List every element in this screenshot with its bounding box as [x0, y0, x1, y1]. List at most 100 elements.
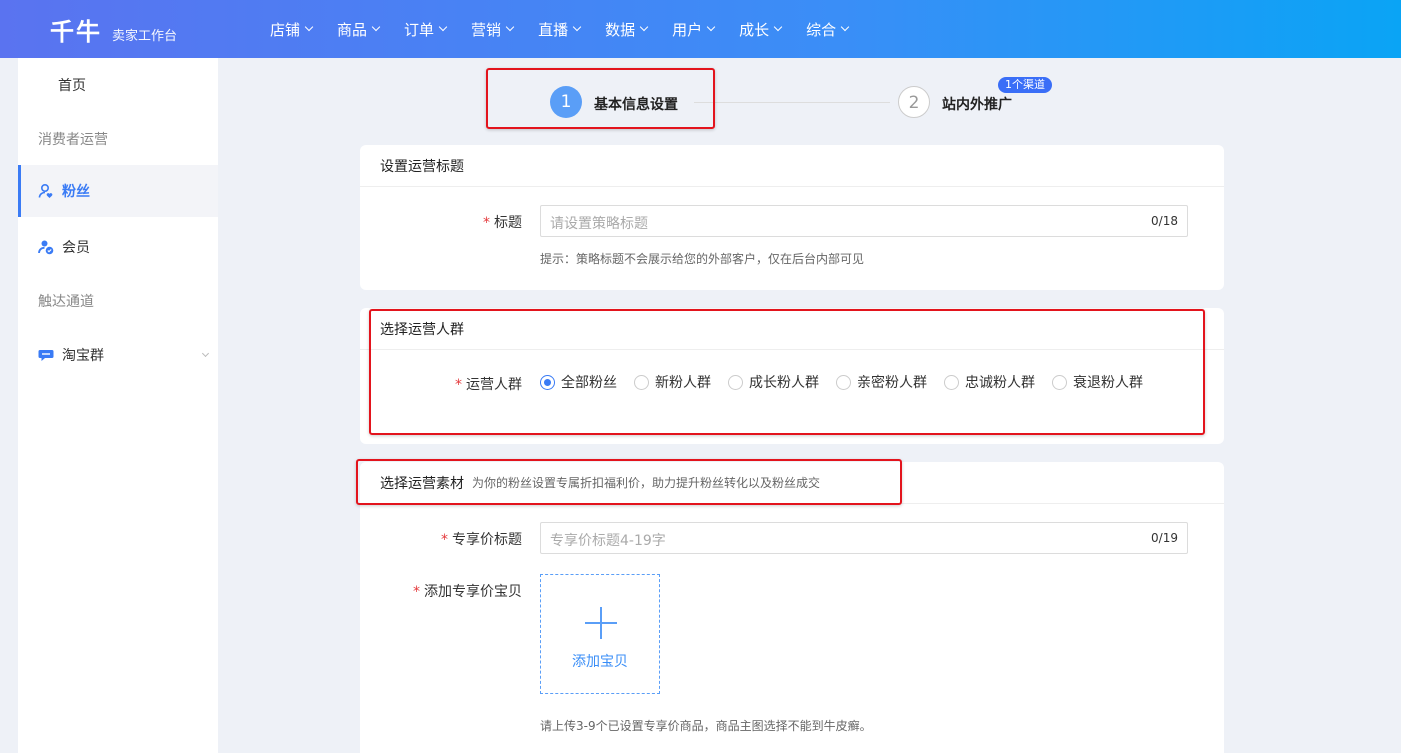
- radio-new-fans[interactable]: 新粉人群: [634, 372, 711, 392]
- chevron-down-icon: [572, 22, 582, 32]
- sidebar-item-label: 粉丝: [62, 184, 90, 200]
- chevron-down-icon: [371, 22, 381, 32]
- radio-button[interactable]: [634, 374, 649, 390]
- upload-hint: 请上传3-9个已设置专享价商品，商品主图选择不能到牛皮癣。: [540, 719, 872, 733]
- required-marker: *: [455, 377, 462, 393]
- fans-icon: [38, 183, 53, 198]
- sidebar-item-fans[interactable]: 粉丝: [18, 165, 218, 217]
- nav-item-live[interactable]: 直播: [538, 19, 582, 40]
- title-input[interactable]: 请设置策略标题 0/18: [540, 205, 1188, 237]
- input-placeholder: 请设置策略标题: [550, 216, 648, 232]
- radio-growing-fans[interactable]: 成长粉人群: [728, 372, 819, 392]
- input-placeholder: 专享价标题4-19字: [550, 533, 666, 549]
- step-connector: [694, 102, 890, 103]
- title-settings-card: 设置运营标题 * 标题 请设置策略标题 0/18 提示：策略标题不会展示给您的外部…: [360, 145, 1224, 290]
- radio-label: 忠诚粉人群: [965, 375, 1035, 391]
- nav-item-general[interactable]: 综合: [806, 19, 850, 40]
- logo-mark: 千牛: [50, 16, 102, 46]
- card-title: 设置运营标题: [380, 158, 464, 175]
- radio-button[interactable]: [944, 374, 959, 390]
- chevron-down-icon: [201, 349, 210, 358]
- member-icon: [38, 240, 54, 255]
- radio-declining-fans[interactable]: 衰退粉人群: [1052, 372, 1143, 392]
- nav-item-growth[interactable]: 成长: [739, 19, 783, 40]
- nav-item-marketing[interactable]: 营销: [471, 19, 515, 40]
- chevron-down-icon: [505, 22, 515, 32]
- nav-label: 数据: [605, 20, 636, 39]
- top-bar: 千牛 卖家工作台 店铺 商品 订单 营销 直播 数据 用户 成长 综合: [0, 0, 1401, 58]
- add-item-button[interactable]: 添加宝贝: [540, 574, 660, 694]
- sidebar-item-taobao-group[interactable]: 淘宝群: [18, 329, 218, 381]
- char-counter: 0/18: [1151, 214, 1178, 228]
- radio-button[interactable]: [836, 374, 851, 390]
- card-subtitle: 为你的粉丝设置专属折扣福利价，助力提升粉丝转化以及粉丝成交: [472, 476, 821, 490]
- price-title-field-label: * 专享价标题: [360, 529, 522, 549]
- required-marker: *: [413, 584, 420, 600]
- field-label-text: 运营人群: [466, 377, 522, 393]
- nav-label: 商品: [337, 20, 368, 39]
- field-label-text: 添加专享价宝贝: [424, 584, 522, 600]
- sidebar: 首页 消费者运营 粉丝 会员 触达通道 淘宝群: [18, 58, 218, 753]
- sidebar-group-reach-channel: 触达通道: [38, 294, 94, 310]
- radio-button-checked[interactable]: [540, 374, 555, 390]
- radio-label: 新粉人群: [655, 375, 711, 391]
- nav-label: 用户: [672, 20, 703, 39]
- sidebar-group-consumer-ops: 消费者运营: [38, 132, 108, 148]
- logo[interactable]: 千牛 卖家工作台: [50, 12, 260, 47]
- add-item-field-label: * 添加专享价宝贝: [360, 581, 522, 601]
- card-header: 选择运营人群: [360, 308, 1224, 350]
- char-counter: 0/19: [1151, 531, 1178, 545]
- card-header: 设置运营标题: [360, 145, 1224, 187]
- step-2-label[interactable]: 站内外推广: [942, 94, 1012, 114]
- field-label-text: 标题: [494, 215, 522, 231]
- price-title-input[interactable]: 专享价标题4-19字 0/19: [540, 522, 1188, 554]
- required-marker: *: [441, 532, 448, 548]
- radio-close-fans[interactable]: 亲密粉人群: [836, 372, 927, 392]
- nav-label: 综合: [806, 20, 837, 39]
- crowd-radio-group: 全部粉丝 新粉人群 成长粉人群 亲密粉人群 忠诚粉人群 衰退粉人群: [540, 372, 1160, 392]
- main-nav: 店铺 商品 订单 营销 直播 数据 用户 成长 综合: [270, 19, 873, 40]
- sidebar-item-label: 首页: [58, 78, 86, 94]
- crowd-field-label: * 运营人群: [360, 374, 522, 394]
- sidebar-item-member[interactable]: 会员: [18, 221, 218, 273]
- radio-button[interactable]: [1052, 374, 1067, 390]
- nav-item-orders[interactable]: 订单: [404, 19, 448, 40]
- radio-loyal-fans[interactable]: 忠诚粉人群: [944, 372, 1035, 392]
- radio-label: 亲密粉人群: [857, 375, 927, 391]
- step-1-label[interactable]: 基本信息设置: [594, 94, 678, 114]
- chevron-down-icon: [706, 22, 716, 32]
- step-1-number: 1: [550, 86, 582, 118]
- field-label-text: 专享价标题: [452, 532, 522, 548]
- nav-item-users[interactable]: 用户: [672, 19, 716, 40]
- logo-subtitle: 卖家工作台: [112, 28, 178, 44]
- chevron-down-icon: [773, 22, 783, 32]
- required-marker: *: [483, 215, 490, 231]
- radio-button[interactable]: [728, 374, 743, 390]
- crowd-selection-card: 选择运营人群 * 运营人群 全部粉丝 新粉人群 成长粉人群 亲密粉人群 忠诚粉人群…: [360, 308, 1224, 444]
- plus-icon: [585, 607, 617, 639]
- nav-item-store[interactable]: 店铺: [270, 19, 314, 40]
- sidebar-item-home[interactable]: 首页: [18, 58, 218, 112]
- chevron-down-icon: [840, 22, 850, 32]
- sidebar-item-label: 淘宝群: [62, 348, 104, 364]
- nav-item-data[interactable]: 数据: [605, 19, 649, 40]
- radio-label: 全部粉丝: [561, 375, 617, 391]
- chat-bubble-icon: [38, 350, 54, 361]
- radio-all-fans[interactable]: 全部粉丝: [540, 372, 617, 392]
- title-field-label: * 标题: [360, 212, 522, 232]
- chevron-down-icon: [438, 22, 448, 32]
- nav-label: 订单: [404, 20, 435, 39]
- title-hint: 提示：策略标题不会展示给您的外部客户，仅在后台内部可见: [540, 252, 865, 266]
- material-selection-card: 选择运营素材 为你的粉丝设置专属折扣福利价，助力提升粉丝转化以及粉丝成交 * 专享…: [360, 462, 1224, 753]
- chevron-down-icon: [639, 22, 649, 32]
- add-item-label: 添加宝贝: [572, 654, 628, 670]
- radio-label: 成长粉人群: [749, 375, 819, 391]
- nav-label: 营销: [471, 20, 502, 39]
- nav-item-products[interactable]: 商品: [337, 19, 381, 40]
- nav-label: 成长: [739, 20, 770, 39]
- nav-label: 直播: [538, 20, 569, 39]
- step-2-number: 2: [898, 86, 930, 118]
- nav-label: 店铺: [270, 20, 301, 39]
- sidebar-item-label: 会员: [62, 240, 90, 256]
- chevron-down-icon: [304, 22, 314, 32]
